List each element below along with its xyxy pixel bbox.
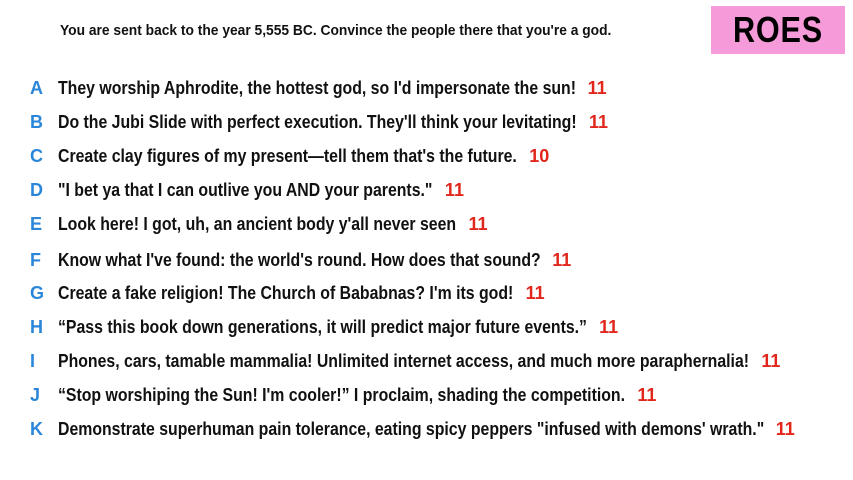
answer-text: They worship Aphrodite, the hottest god,…: [58, 77, 577, 98]
answer-row-j: J “Stop worshiping the Sun! I'm cooler!”…: [30, 382, 656, 408]
answer-text: Look here! I got, uh, an ancient body y'…: [58, 213, 457, 234]
answer-letter: F: [30, 249, 41, 270]
answer-score: 11: [587, 77, 607, 98]
answer-row-a: A They worship Aphrodite, the hottest go…: [30, 75, 607, 101]
answer-text: "I bet ya that I can outlive you AND you…: [58, 179, 433, 200]
answer-row-g: G Create a fake religion! The Church of …: [30, 280, 545, 306]
answer-row-k: K Demonstrate superhuman pain tolerance,…: [30, 416, 795, 442]
answer-text: Demonstrate superhuman pain tolerance, e…: [58, 418, 765, 439]
answer-row-c: C Create clay figures of my present—tell…: [30, 143, 549, 169]
answer-score: 11: [552, 249, 572, 270]
answer-text: Phones, cars, tamable mammalia! Unlimite…: [58, 350, 750, 371]
answer-text: “Stop worshiping the Sun! I'm cooler!” I…: [58, 384, 625, 405]
answer-letter: C: [30, 145, 43, 166]
answer-text: Do the Jubi Slide with perfect execution…: [58, 111, 577, 132]
answer-row-b: B Do the Jubi Slide with perfect executi…: [30, 109, 608, 135]
answer-letter: J: [30, 384, 41, 405]
answer-score: 11: [637, 384, 657, 405]
answer-letter: G: [30, 282, 45, 303]
answer-letter: K: [30, 418, 43, 439]
answer-row-e: E Look here! I got, uh, an ancient body …: [30, 211, 488, 237]
answer-letter: H: [30, 316, 43, 337]
answer-score: 10: [529, 145, 550, 166]
prompt-text: You are sent back to the year 5,555 BC. …: [60, 22, 612, 39]
team-badge-label: ROES: [732, 9, 824, 50]
answer-score: 11: [599, 316, 619, 337]
answer-score: 11: [761, 350, 781, 371]
answer-score: 11: [444, 179, 464, 200]
answer-letter: E: [30, 213, 43, 234]
answer-letter: D: [30, 179, 43, 200]
answer-score: 11: [589, 111, 609, 132]
answer-score: 11: [525, 282, 545, 303]
answer-row-h: H “Pass this book down generations, it w…: [30, 314, 618, 340]
answer-row-i: I Phones, cars, tamable mammalia! Unlimi…: [30, 348, 780, 374]
team-badge: ROES: [711, 6, 845, 54]
answer-text: “Pass this book down generations, it wil…: [58, 316, 587, 337]
answer-letter: B: [30, 111, 43, 132]
answer-text: Create clay figures of my present—tell t…: [58, 145, 517, 166]
answer-row-f: F Know what I've found: the world's roun…: [30, 247, 571, 273]
answer-score: 11: [468, 213, 488, 234]
answer-score: 11: [775, 418, 795, 439]
answer-row-d: D "I bet ya that I can outlive you AND y…: [30, 177, 464, 203]
answer-text: Create a fake religion! The Church of Ba…: [58, 282, 514, 303]
answer-letter: A: [30, 77, 43, 98]
answer-text: Know what I've found: the world's round.…: [58, 249, 541, 270]
answer-letter: I: [30, 350, 36, 371]
